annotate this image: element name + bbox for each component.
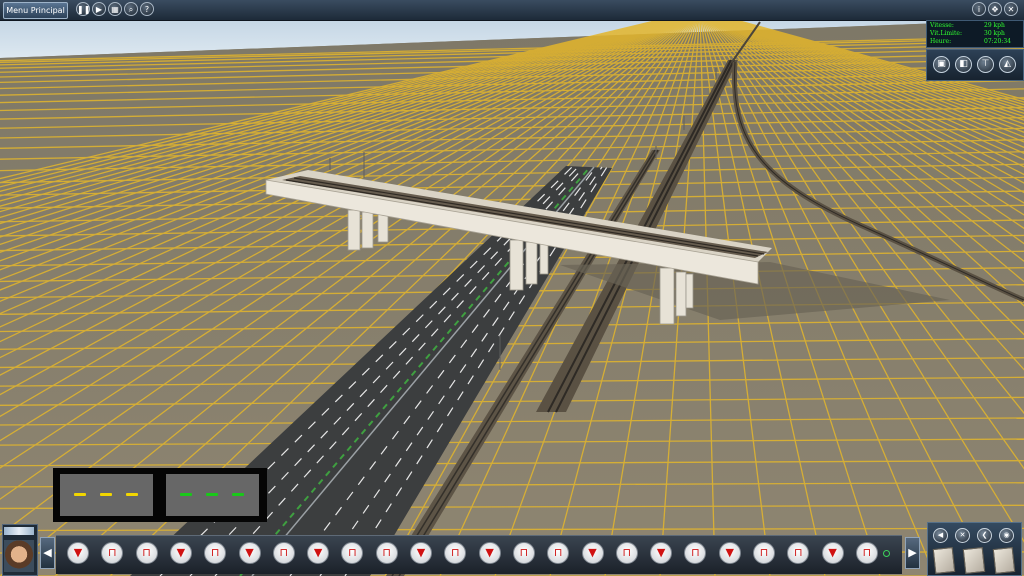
speed-down-icon[interactable]: ▼ xyxy=(478,542,501,564)
slot-glyph: ▼ xyxy=(176,546,186,559)
speed-down-icon[interactable]: ▼ xyxy=(718,542,741,564)
status-dot xyxy=(883,550,890,557)
close-icon[interactable]: ✕ xyxy=(1004,2,1018,16)
slot-glyph: ▼ xyxy=(313,546,323,559)
stop-marker-icon[interactable]: ⊓ xyxy=(512,542,535,564)
speed-limit-value: 30 kph xyxy=(984,30,1005,37)
map-icon[interactable]: ▦ xyxy=(108,2,122,16)
slot-glyph: ⊓ xyxy=(622,546,632,559)
speed-value: 29 kph xyxy=(984,22,1005,29)
slot-glyph: ⊓ xyxy=(691,546,700,559)
timetable-document-icon[interactable] xyxy=(932,547,956,574)
stop-marker-icon[interactable]: ⊓ xyxy=(547,542,570,564)
green-signal xyxy=(166,474,259,516)
pause-icon[interactable]: ❚❚ xyxy=(76,2,90,16)
time-value: 07:20:34 xyxy=(984,38,1011,45)
top-bar: Menu Principal ❚❚ ▶ ▦ ⌕ ? i ✥ ✕ xyxy=(0,0,1024,21)
slot-glyph: ▼ xyxy=(656,546,666,559)
stop-marker-icon[interactable]: ⊓ xyxy=(684,542,707,564)
main-menu-button[interactable]: Menu Principal xyxy=(3,2,68,19)
back-icon[interactable]: ❮ xyxy=(977,528,992,543)
speed-down-icon[interactable]: ▼ xyxy=(67,542,89,564)
slot-glyph: ⊓ xyxy=(382,546,391,559)
slot-glyph: ▼ xyxy=(828,546,837,559)
speed-label: Vitesse: xyxy=(930,22,954,29)
speed-down-icon[interactable]: ▼ xyxy=(410,542,432,564)
stop-marker-icon[interactable]: ⊓ xyxy=(375,542,398,564)
slot-glyph: ▼ xyxy=(485,546,494,559)
train-info-panel: Vitesse: 29 kph Vit.Limite: 30 kph Heure… xyxy=(926,20,1024,48)
tools-panel: ◀ ✕ ❮ ◉ xyxy=(927,522,1022,576)
help-icon[interactable]: ? xyxy=(140,2,154,16)
driver-header xyxy=(4,527,34,535)
slot-glyph: ⊓ xyxy=(279,546,289,559)
driver-order-icon[interactable] xyxy=(962,547,986,574)
stop-marker-icon[interactable]: ⊓ xyxy=(753,542,775,564)
camera-panel: ▣ ◧ ⊤ ◭ xyxy=(926,49,1024,81)
consist-document-icon[interactable] xyxy=(992,547,1016,574)
toolbar-prev-button[interactable]: ◀ xyxy=(40,537,55,569)
driver-avatar[interactable] xyxy=(4,540,34,572)
stop-marker-icon[interactable]: ⊓ xyxy=(615,542,638,564)
settings-icon[interactable]: ✥ xyxy=(988,2,1002,16)
play-icon[interactable]: ▶ xyxy=(92,2,106,16)
speed-limit-row: Vit.Limite: 30 kph xyxy=(930,30,1022,38)
time-row: Heure: 07:20:34 xyxy=(930,38,1022,46)
search-icon[interactable]: ⌕ xyxy=(124,2,138,16)
slot-glyph: ⊓ xyxy=(210,546,220,559)
rewind-icon[interactable]: ◀ xyxy=(933,528,948,543)
slot-glyph: ▼ xyxy=(73,546,83,559)
toolbar-next-button[interactable]: ▶ xyxy=(905,537,920,569)
stop-marker-icon[interactable]: ⊓ xyxy=(787,542,810,564)
info-icon[interactable]: i xyxy=(972,2,986,16)
speed-down-icon[interactable]: ▼ xyxy=(169,542,192,564)
speed-row: Vitesse: 29 kph xyxy=(930,22,1022,30)
stop-marker-icon[interactable]: ⊓ xyxy=(204,542,227,564)
time-label: Heure: xyxy=(930,38,952,45)
slot-glyph: ⊓ xyxy=(794,546,803,559)
eye-icon[interactable]: ◉ xyxy=(999,528,1014,543)
slot-glyph: ▼ xyxy=(725,546,734,559)
stop-marker-icon[interactable]: ⊓ xyxy=(444,542,467,564)
slot-glyph: ⊓ xyxy=(759,546,769,559)
stop-marker-icon[interactable]: ⊓ xyxy=(135,542,158,564)
yellow-signal xyxy=(60,474,153,516)
stop-marker-icon[interactable]: ⊓ xyxy=(272,542,295,564)
free-view-icon[interactable]: ◭ xyxy=(999,56,1016,73)
speed-down-icon[interactable]: ▼ xyxy=(581,542,604,564)
tracking-view-icon[interactable]: ◧ xyxy=(955,56,972,73)
slot-glyph: ⊓ xyxy=(348,546,357,559)
slot-glyph: ⊓ xyxy=(108,546,117,559)
cab-view-icon[interactable]: ▣ xyxy=(933,56,950,73)
stop-marker-icon[interactable]: ⊓ xyxy=(101,542,124,564)
speed-down-icon[interactable]: ▼ xyxy=(307,542,330,564)
slot-glyph: ⊓ xyxy=(553,546,563,559)
speed-down-icon[interactable]: ▼ xyxy=(238,542,261,564)
lineside-view-icon[interactable]: ⊤ xyxy=(977,56,994,73)
slot-glyph: ▼ xyxy=(416,546,426,559)
speed-down-icon[interactable]: ▼ xyxy=(650,542,673,564)
speed-limit-label: Vit.Limite: xyxy=(930,30,962,37)
slot-glyph: ⊓ xyxy=(519,546,529,559)
slot-glyph: ▼ xyxy=(588,546,597,559)
stop-marker-icon[interactable]: ⊓ xyxy=(341,542,364,564)
speed-down-icon[interactable]: ▼ xyxy=(821,542,844,564)
slot-glyph: ⊓ xyxy=(451,546,460,559)
slot-glyph: ⊓ xyxy=(142,546,151,559)
signal-indicator xyxy=(53,468,267,522)
slot-glyph: ▼ xyxy=(245,546,254,559)
slot-glyph: ⊓ xyxy=(862,546,872,559)
stop-marker-icon[interactable]: ⊓ xyxy=(855,542,878,564)
wrench-icon[interactable]: ✕ xyxy=(955,528,970,543)
